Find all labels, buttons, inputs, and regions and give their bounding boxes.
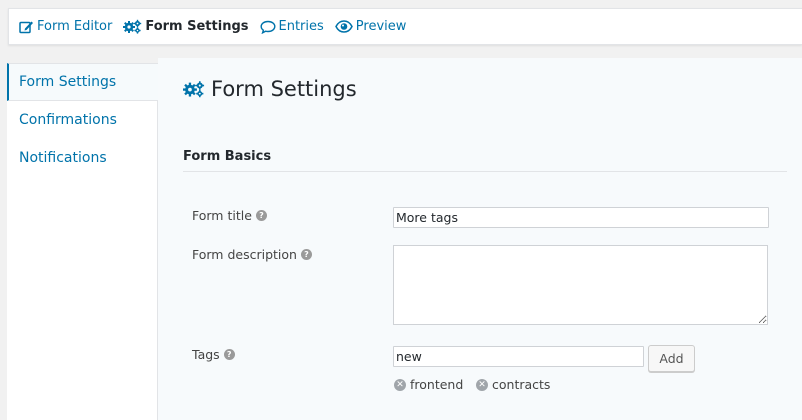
entries-label: Entries [278,19,324,34]
sidebar-item-form-settings[interactable]: Form Settings [7,63,158,101]
tag-label: frontend [410,377,464,392]
sidebar-item-label: Confirmations [19,112,117,128]
tag-label: contracts [492,377,551,392]
top-navigation: Form Editor Form Settings Entries Previe… [8,8,802,45]
sidebar-item-notifications[interactable]: Notifications [7,139,157,177]
page-title-text: Form Settings [211,77,357,101]
form-settings-link[interactable]: Form Settings [123,19,249,34]
form-description-label: Form description ? [192,247,312,262]
form-title-input[interactable] [393,207,769,228]
settings-sidebar: Form Settings Confirmations Notification… [7,63,158,420]
form-title-label-text: Form title [192,208,252,223]
tag-item: ✕ contracts [476,377,550,392]
form-description-label-text: Form description [192,247,297,262]
add-tag-button[interactable]: Add [648,345,695,372]
preview-label: Preview [355,19,407,34]
remove-tag-icon[interactable]: ✕ [394,378,406,391]
form-editor-link[interactable]: Form Editor [19,19,112,34]
remove-tag-icon[interactable]: ✕ [476,378,488,391]
comment-icon [259,20,276,34]
tags-input[interactable] [393,346,644,367]
form-title-label: Form title ? [192,208,267,223]
help-icon[interactable]: ? [223,349,235,360]
sidebar-item-label: Notifications [19,150,107,166]
tags-label: Tags ? [192,347,235,362]
form-description-textarea[interactable] [393,245,768,325]
entries-link[interactable]: Entries [259,19,324,34]
tags-label-text: Tags [192,347,220,362]
sidebar-item-confirmations[interactable]: Confirmations [7,101,157,139]
page-title: Form Settings [183,77,357,101]
form-settings-label: Form Settings [145,19,249,34]
preview-link[interactable]: Preview [334,19,407,34]
edit-icon [19,21,33,33]
settings-panel: Form Settings Form Basics Form title ? F… [158,58,802,420]
tag-item: ✕ frontend [394,377,463,392]
form-editor-label: Form Editor [37,19,113,34]
sidebar-item-label: Form Settings [19,74,117,90]
section-divider [183,171,787,172]
help-icon[interactable]: ? [300,249,312,260]
gears-icon [183,81,205,98]
gears-icon [123,19,142,34]
eye-icon [334,20,353,33]
section-title: Form Basics [183,149,272,164]
help-icon[interactable]: ? [255,210,267,221]
